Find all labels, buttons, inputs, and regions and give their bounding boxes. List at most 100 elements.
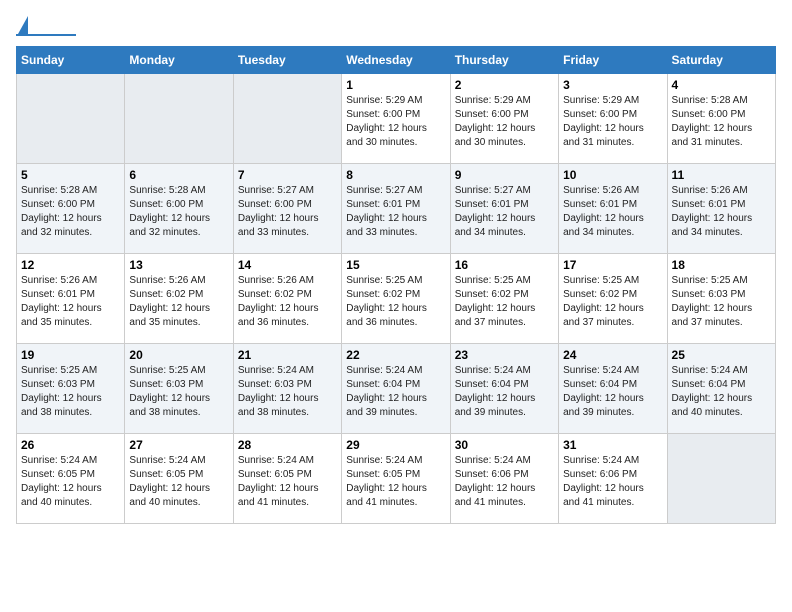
day-info: Sunrise: 5:24 AM Sunset: 6:04 PM Dayligh… <box>563 364 662 420</box>
day-info: Sunrise: 5:25 AM Sunset: 6:03 PM Dayligh… <box>672 274 771 330</box>
day-number: 27 <box>129 438 228 452</box>
weekday-header: Sunday <box>17 47 125 74</box>
calendar-cell: 11Sunrise: 5:26 AM Sunset: 6:01 PM Dayli… <box>667 164 775 254</box>
calendar-cell: 15 Sunrise: 5:25 AM Sunset: 6:02 PM Dayli… <box>342 254 450 344</box>
day-info: Sunrise: 5:25 AM Sunset: 6:02 PM Dayligh… <box>455 274 554 330</box>
calendar-cell: 14Sunrise: 5:26 AM Sunset: 6:02 PM Dayli… <box>233 254 341 344</box>
calendar-cell: 30 Sunrise: 5:24 AM Sunset: 6:06 PM Dayli… <box>450 434 558 524</box>
day-info: Sunrise: 5:24 AM Sunset: 6:05 PM Dayligh… <box>129 454 228 510</box>
day-info: Sunrise: 5:25 AM Sunset: 6:02 PM Dayligh… <box>346 274 445 330</box>
calendar-cell: 26 Sunrise: 5:24 AM Sunset: 6:05 PM Dayli… <box>17 434 125 524</box>
day-info: Sunrise: 5:27 AM Sunset: 6:01 PM Dayligh… <box>346 184 445 240</box>
day-number: 19 <box>21 348 120 362</box>
day-number: 23 <box>455 348 554 362</box>
day-number: 5 <box>21 168 120 182</box>
day-info: Sunrise: 5:24 AM Sunset: 6:05 PM Dayligh… <box>21 454 120 510</box>
calendar-cell: 7Sunrise: 5:27 AM Sunset: 6:00 PM Daylig… <box>233 164 341 254</box>
calendar-cell: 10 Sunrise: 5:26 AM Sunset: 6:01 PM Dayli… <box>559 164 667 254</box>
weekday-header: Saturday <box>667 47 775 74</box>
day-number: 15 <box>346 258 445 272</box>
day-number: 21 <box>238 348 337 362</box>
day-info: Sunrise: 5:24 AM Sunset: 6:05 PM Dayligh… <box>238 454 337 510</box>
day-number: 22 <box>346 348 445 362</box>
day-number: 12 <box>21 258 120 272</box>
logo <box>16 16 76 36</box>
day-number: 7 <box>238 168 337 182</box>
calendar-cell: 2Sunrise: 5:29 AM Sunset: 6:00 PM Daylig… <box>450 74 558 164</box>
day-info: Sunrise: 5:26 AM Sunset: 6:02 PM Dayligh… <box>129 274 228 330</box>
calendar-cell: 17 Sunrise: 5:25 AM Sunset: 6:02 PM Dayli… <box>559 254 667 344</box>
day-info: Sunrise: 5:24 AM Sunset: 6:05 PM Dayligh… <box>346 454 445 510</box>
calendar-cell: 19Sunrise: 5:25 AM Sunset: 6:03 PM Dayli… <box>17 344 125 434</box>
day-info: Sunrise: 5:24 AM Sunset: 6:04 PM Dayligh… <box>346 364 445 420</box>
logo-triangle-icon <box>18 16 28 34</box>
day-number: 30 <box>455 438 554 452</box>
header <box>16 16 776 36</box>
calendar-week-row: 1 Sunrise: 5:29 AM Sunset: 6:00 PM Daylig… <box>17 74 776 164</box>
day-number: 20 <box>129 348 228 362</box>
calendar-cell <box>233 74 341 164</box>
calendar-cell: 24 Sunrise: 5:24 AM Sunset: 6:04 PM Dayli… <box>559 344 667 434</box>
calendar-cell: 1 Sunrise: 5:29 AM Sunset: 6:00 PM Daylig… <box>342 74 450 164</box>
day-info: Sunrise: 5:29 AM Sunset: 6:00 PM Dayligh… <box>563 94 662 150</box>
logo-underline <box>16 34 76 36</box>
day-number: 28 <box>238 438 337 452</box>
calendar-cell: 23 Sunrise: 5:24 AM Sunset: 6:04 PM Dayli… <box>450 344 558 434</box>
day-info: Sunrise: 5:27 AM Sunset: 6:01 PM Dayligh… <box>455 184 554 240</box>
day-info: Sunrise: 5:24 AM Sunset: 6:06 PM Dayligh… <box>455 454 554 510</box>
day-info: Sunrise: 5:28 AM Sunset: 6:00 PM Dayligh… <box>672 94 771 150</box>
calendar-cell: 21 Sunrise: 5:24 AM Sunset: 6:03 PM Dayli… <box>233 344 341 434</box>
day-number: 3 <box>563 78 662 92</box>
weekday-header: Friday <box>559 47 667 74</box>
calendar-cell: 4 Sunrise: 5:28 AM Sunset: 6:00 PM Daylig… <box>667 74 775 164</box>
day-number: 26 <box>21 438 120 452</box>
day-number: 18 <box>672 258 771 272</box>
calendar-cell: 5 Sunrise: 5:28 AM Sunset: 6:00 PM Daylig… <box>17 164 125 254</box>
day-number: 31 <box>563 438 662 452</box>
calendar-cell <box>125 74 233 164</box>
day-number: 11 <box>672 168 771 182</box>
day-info: Sunrise: 5:26 AM Sunset: 6:01 PM Dayligh… <box>563 184 662 240</box>
calendar-cell: 18 Sunrise: 5:25 AM Sunset: 6:03 PM Dayli… <box>667 254 775 344</box>
calendar-table: SundayMondayTuesdayWednesdayThursdayFrid… <box>16 46 776 524</box>
day-number: 10 <box>563 168 662 182</box>
day-number: 24 <box>563 348 662 362</box>
calendar-cell: 8 Sunrise: 5:27 AM Sunset: 6:01 PM Daylig… <box>342 164 450 254</box>
weekday-header: Thursday <box>450 47 558 74</box>
calendar-cell: 22 Sunrise: 5:24 AM Sunset: 6:04 PM Dayli… <box>342 344 450 434</box>
weekday-header: Tuesday <box>233 47 341 74</box>
calendar-cell: 16 Sunrise: 5:25 AM Sunset: 6:02 PM Dayli… <box>450 254 558 344</box>
day-number: 16 <box>455 258 554 272</box>
calendar-cell <box>17 74 125 164</box>
calendar-cell: 29 Sunrise: 5:24 AM Sunset: 6:05 PM Dayli… <box>342 434 450 524</box>
day-number: 29 <box>346 438 445 452</box>
calendar-cell: 28 Sunrise: 5:24 AM Sunset: 6:05 PM Dayli… <box>233 434 341 524</box>
calendar-cell: 27 Sunrise: 5:24 AM Sunset: 6:05 PM Dayli… <box>125 434 233 524</box>
calendar-cell: 12Sunrise: 5:26 AM Sunset: 6:01 PM Dayli… <box>17 254 125 344</box>
calendar-cell: 31 Sunrise: 5:24 AM Sunset: 6:06 PM Dayli… <box>559 434 667 524</box>
day-number: 8 <box>346 168 445 182</box>
calendar-cell: 9 Sunrise: 5:27 AM Sunset: 6:01 PM Daylig… <box>450 164 558 254</box>
day-info: Sunrise: 5:25 AM Sunset: 6:02 PM Dayligh… <box>563 274 662 330</box>
day-info: Sunrise: 5:24 AM Sunset: 6:04 PM Dayligh… <box>455 364 554 420</box>
calendar-cell <box>667 434 775 524</box>
weekday-header: Wednesday <box>342 47 450 74</box>
calendar-cell: 13Sunrise: 5:26 AM Sunset: 6:02 PM Dayli… <box>125 254 233 344</box>
day-info: Sunrise: 5:24 AM Sunset: 6:06 PM Dayligh… <box>563 454 662 510</box>
calendar-header-row: SundayMondayTuesdayWednesdayThursdayFrid… <box>17 47 776 74</box>
day-number: 6 <box>129 168 228 182</box>
day-number: 4 <box>672 78 771 92</box>
calendar-cell: 6Sunrise: 5:28 AM Sunset: 6:00 PM Daylig… <box>125 164 233 254</box>
day-info: Sunrise: 5:29 AM Sunset: 6:00 PM Dayligh… <box>346 94 445 150</box>
day-number: 17 <box>563 258 662 272</box>
day-info: Sunrise: 5:29 AM Sunset: 6:00 PM Dayligh… <box>455 94 554 150</box>
day-number: 1 <box>346 78 445 92</box>
day-number: 9 <box>455 168 554 182</box>
calendar-week-row: 26 Sunrise: 5:24 AM Sunset: 6:05 PM Dayli… <box>17 434 776 524</box>
day-info: Sunrise: 5:28 AM Sunset: 6:00 PM Dayligh… <box>21 184 120 240</box>
day-info: Sunrise: 5:24 AM Sunset: 6:03 PM Dayligh… <box>238 364 337 420</box>
day-info: Sunrise: 5:24 AM Sunset: 6:04 PM Dayligh… <box>672 364 771 420</box>
calendar-week-row: 12Sunrise: 5:26 AM Sunset: 6:01 PM Dayli… <box>17 254 776 344</box>
day-info: Sunrise: 5:25 AM Sunset: 6:03 PM Dayligh… <box>129 364 228 420</box>
calendar-week-row: 5 Sunrise: 5:28 AM Sunset: 6:00 PM Daylig… <box>17 164 776 254</box>
